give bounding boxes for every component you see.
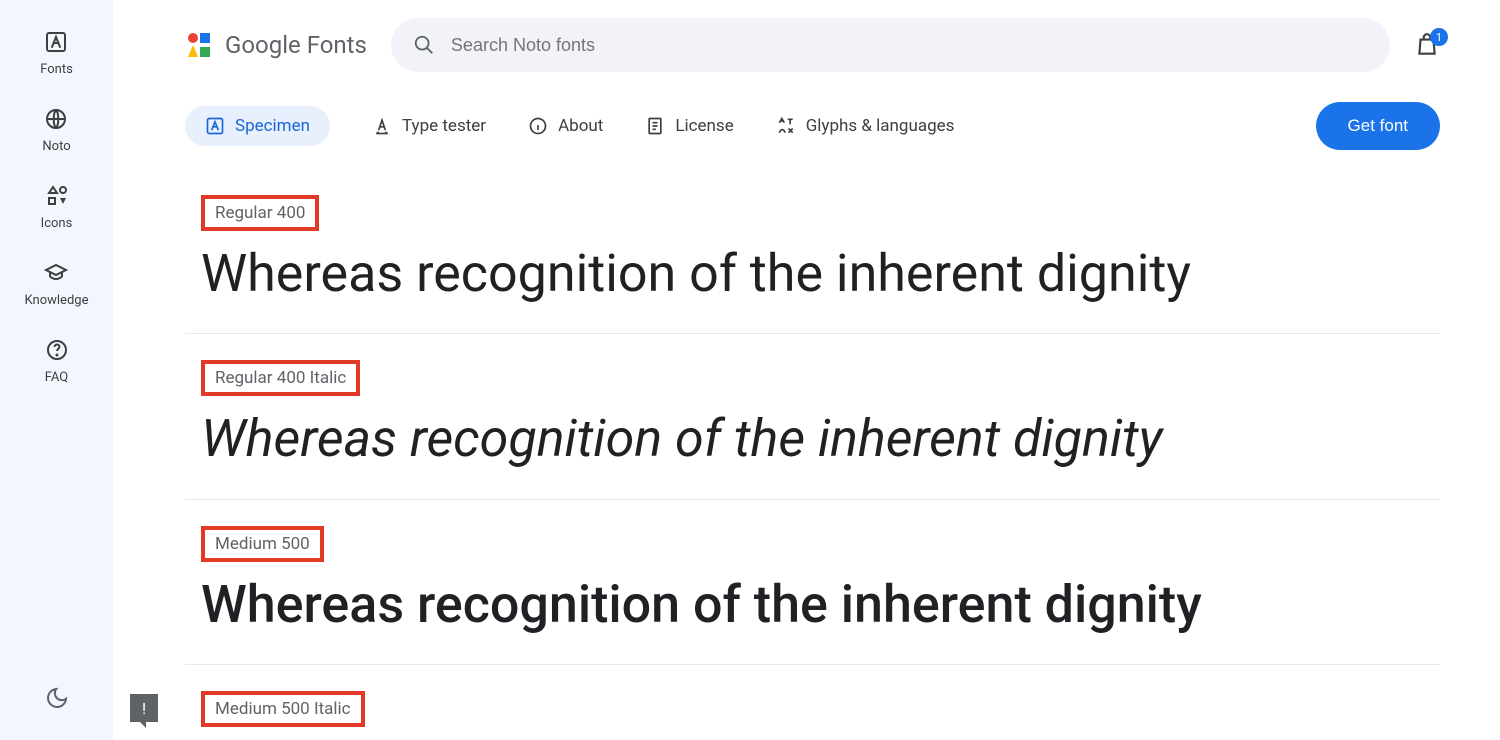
feedback-button[interactable]: ! (130, 694, 158, 722)
sample-text[interactable]: Whereas recognition of the inherent dign… (185, 243, 1440, 305)
help-icon (43, 336, 71, 364)
dark-mode-icon[interactable] (45, 686, 69, 710)
tab-type-tester[interactable]: Type tester (372, 106, 486, 146)
logo-text-google: Google (225, 31, 307, 59)
tab-label: Glyphs & languages (806, 116, 955, 136)
sidebar-item-faq[interactable]: FAQ (43, 336, 71, 385)
search-icon (413, 34, 435, 56)
style-block: Regular 400 Whereas recognition of the in… (185, 169, 1440, 334)
bag-count-badge: 1 (1430, 28, 1448, 46)
tab-label: Type tester (402, 116, 486, 136)
specimen-icon (205, 116, 225, 136)
tab-label: Specimen (235, 116, 310, 136)
specimen-content[interactable]: Regular 400 Whereas recognition of the in… (113, 169, 1500, 740)
sidebar-label: FAQ (45, 370, 68, 385)
sidebar-item-fonts[interactable]: Fonts (40, 28, 73, 77)
logo[interactable]: Google Fonts (185, 30, 367, 60)
style-block: Medium 500 Italic (185, 665, 1440, 740)
sample-text[interactable]: Whereas recognition of the inherent dign… (185, 574, 1440, 636)
fonts-icon (42, 28, 70, 56)
sidebar-item-icons[interactable]: Icons (41, 182, 73, 231)
tab-label: About (558, 116, 603, 136)
tab-specimen[interactable]: Specimen (185, 106, 330, 146)
shopping-bag-button[interactable]: 1 (1414, 32, 1440, 58)
shapes-icon (43, 182, 71, 210)
graduation-icon (42, 259, 70, 287)
topbar: Google Fonts 1 (113, 0, 1500, 90)
feedback-icon: ! (142, 699, 146, 718)
get-font-button[interactable]: Get font (1316, 102, 1440, 150)
style-label-highlight: Regular 400 Italic (201, 360, 360, 396)
tabs-row: Specimen Type tester About License Glyph… (113, 90, 1500, 169)
main: Google Fonts 1 Specimen Type tester (113, 0, 1500, 740)
style-block: Medium 500 Whereas recognition of the inh… (185, 500, 1440, 665)
logo-text: Google Fonts (225, 31, 367, 59)
style-label-highlight: Medium 500 (201, 526, 324, 562)
tab-label: License (675, 116, 733, 136)
license-icon (645, 116, 665, 136)
search-bar[interactable] (391, 18, 1390, 72)
sidebar-label: Knowledge (25, 293, 89, 308)
tab-about[interactable]: About (528, 106, 603, 146)
sidebar-label: Fonts (40, 62, 73, 77)
glyphs-icon (776, 116, 796, 136)
sidebar-item-knowledge[interactable]: Knowledge (25, 259, 89, 308)
style-block: Regular 400 Italic Whereas recognition of… (185, 334, 1440, 499)
type-tester-icon (372, 116, 392, 136)
sidebar-label: Noto (42, 139, 70, 154)
search-input[interactable] (451, 35, 1368, 56)
tab-glyphs[interactable]: Glyphs & languages (776, 106, 955, 146)
sidebar-label: Icons (41, 216, 73, 231)
globe-icon (42, 105, 70, 133)
sidebar: Fonts Noto Icons Knowledge FAQ (0, 0, 113, 740)
style-label-highlight: Regular 400 (201, 195, 319, 231)
sidebar-item-noto[interactable]: Noto (42, 105, 70, 154)
google-fonts-logo-icon (185, 30, 215, 60)
info-icon (528, 116, 548, 136)
logo-text-fonts: Fonts (307, 31, 367, 59)
tab-license[interactable]: License (645, 106, 733, 146)
style-label-highlight: Medium 500 Italic (201, 691, 365, 727)
sample-text[interactable]: Whereas recognition of the inherent dign… (185, 408, 1440, 470)
